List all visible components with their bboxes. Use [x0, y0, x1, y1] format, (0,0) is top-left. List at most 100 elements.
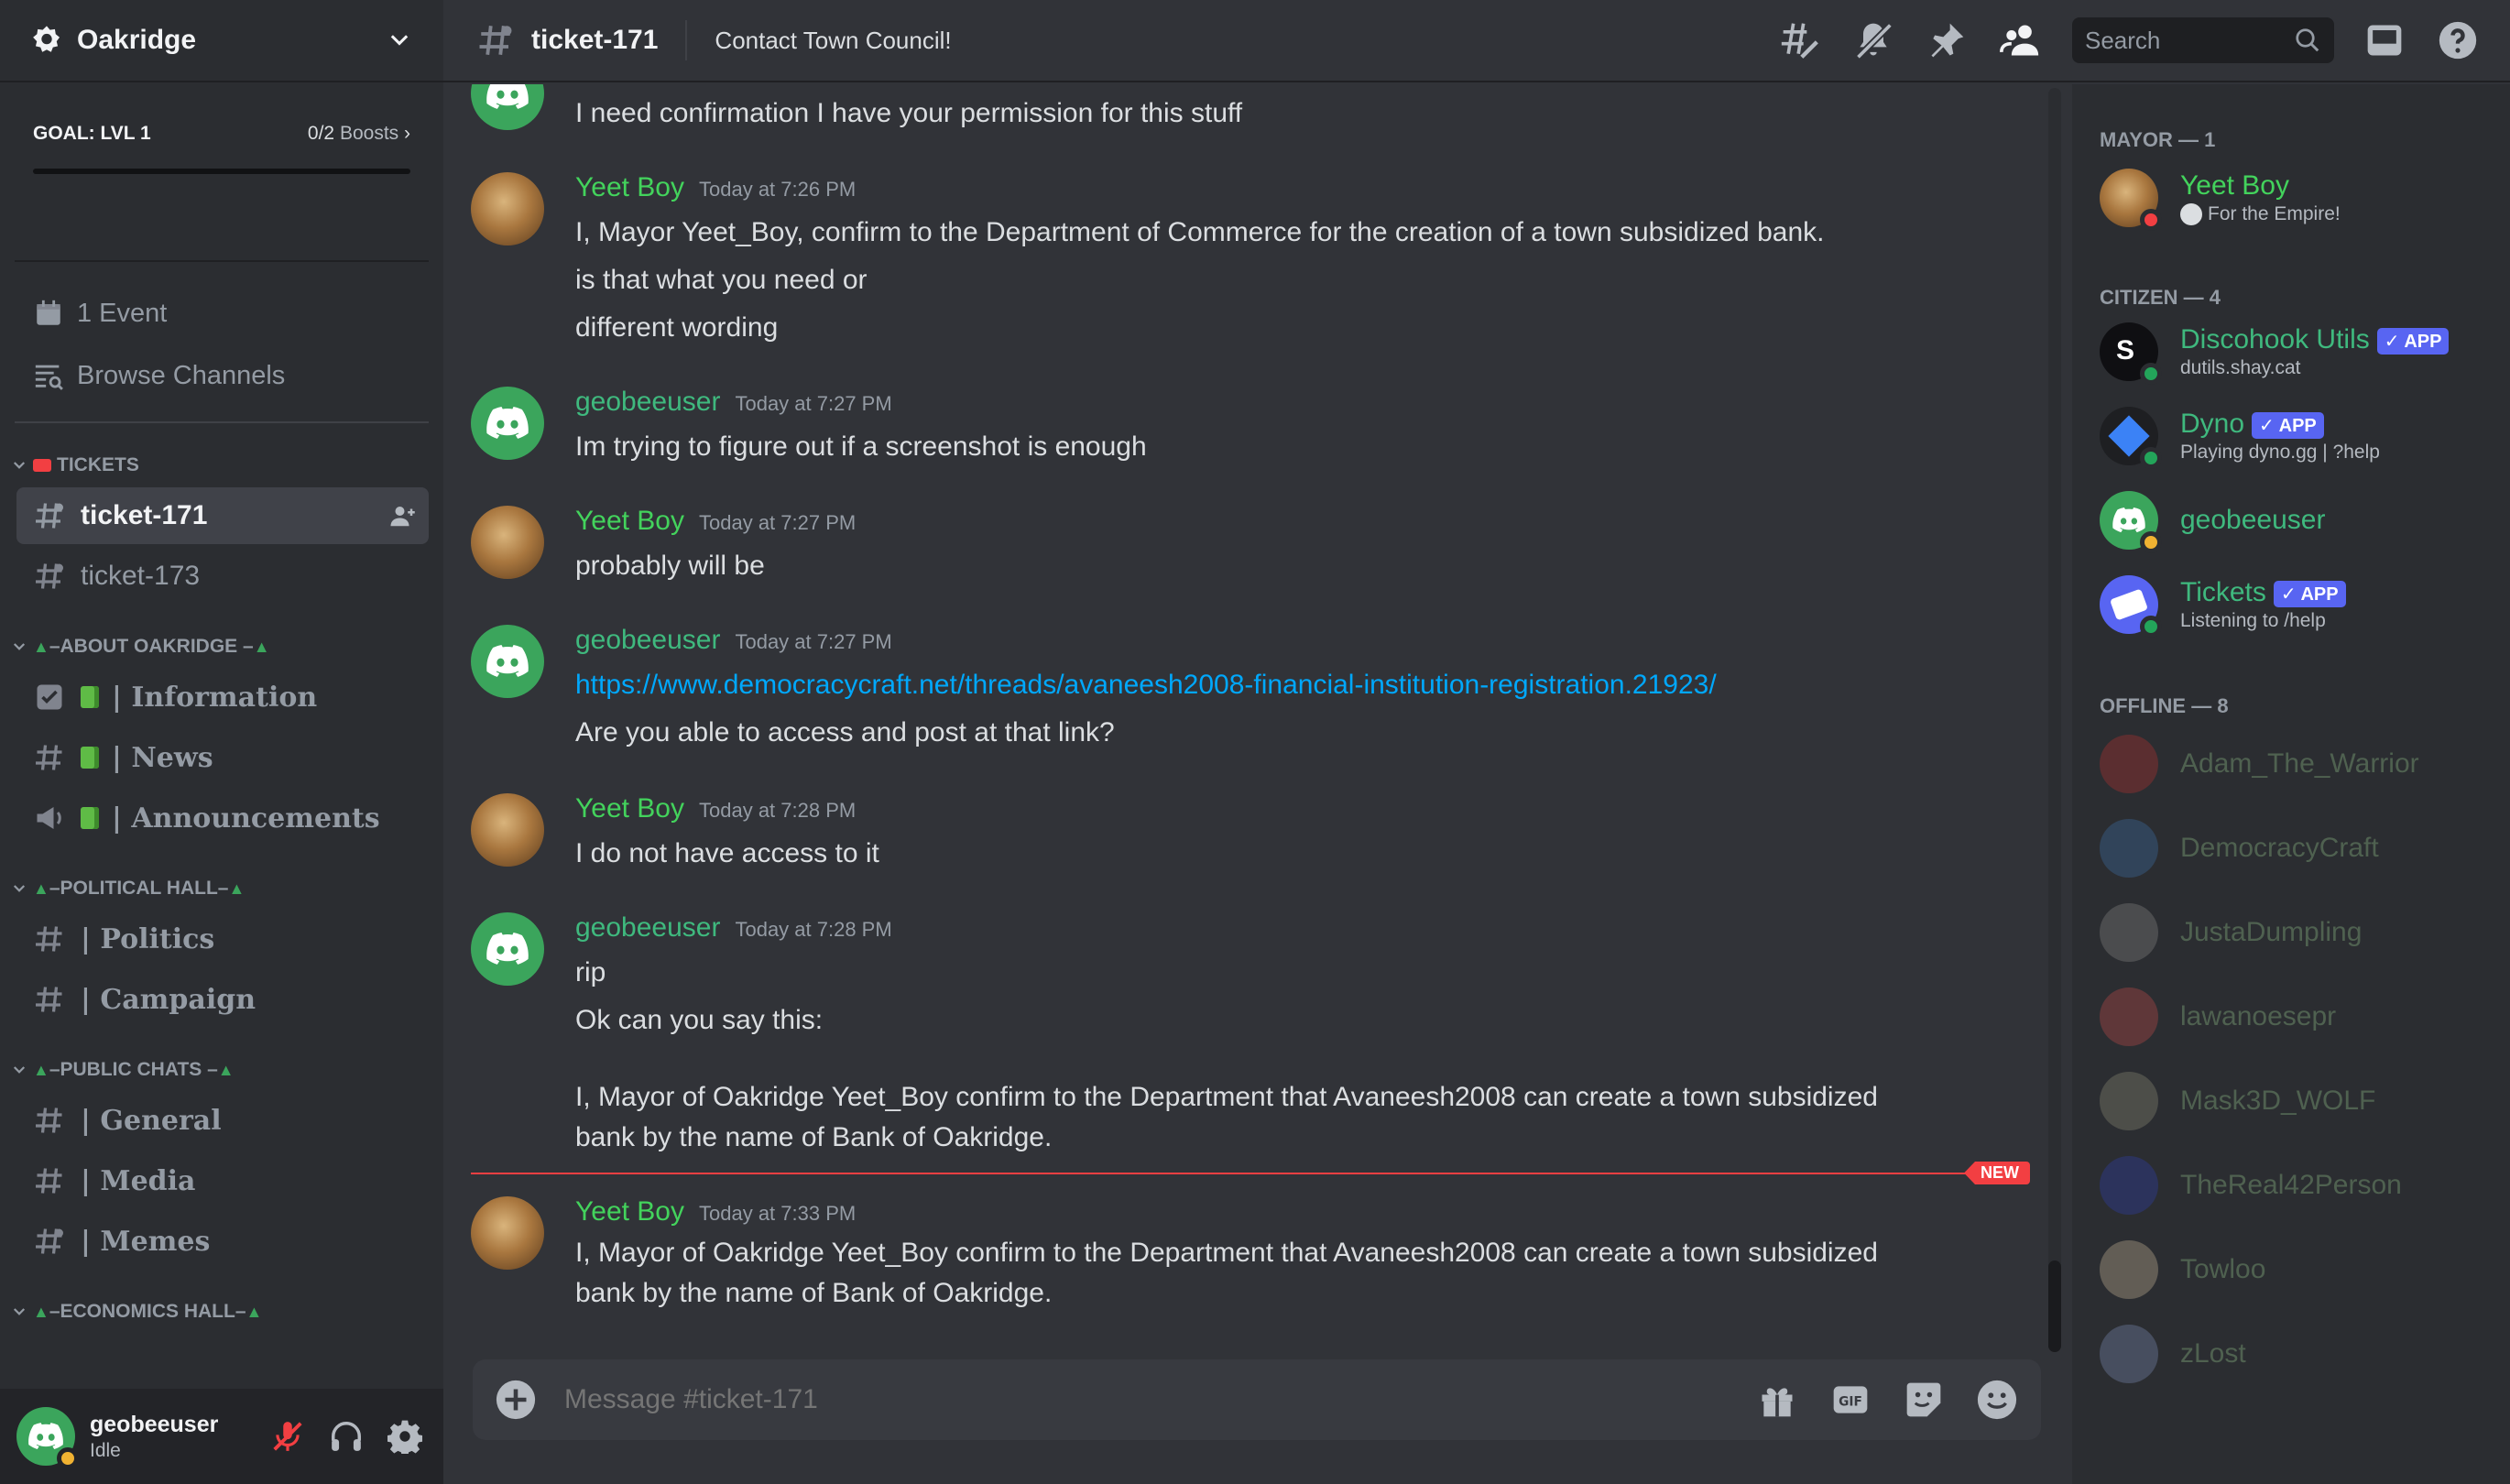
mute-button[interactable]	[267, 1416, 308, 1457]
user-settings-button[interactable]	[385, 1416, 425, 1457]
boost-goal[interactable]: GOAL: LVL 1 0/2 Boosts ›	[15, 82, 429, 262]
member-item[interactable]: Adam_The_Warrior	[2100, 731, 2503, 797]
message-text: Im trying to figure out if a screenshot …	[575, 431, 1147, 462]
gif-button[interactable]: GIF	[1828, 1378, 1872, 1422]
member-item[interactable]: JustaDumpling	[2100, 900, 2503, 966]
member-item[interactable]: Tickets ✓ APP Listening to /help	[2100, 572, 2503, 638]
avatar[interactable]	[16, 1407, 79, 1469]
message-input[interactable]	[564, 1384, 1726, 1415]
goal-boosts: 0/2 Boosts ›	[308, 123, 410, 145]
message-scrollbar[interactable]	[2048, 88, 2061, 1352]
channel-information[interactable]: | Information	[16, 669, 429, 726]
message-author[interactable]: Yeet Boy	[575, 506, 684, 537]
avatar[interactable]	[471, 793, 544, 867]
channel-memes[interactable]: | Memes	[16, 1213, 429, 1270]
hash-icon	[36, 926, 62, 952]
message[interactable]: Yeet Boy Today at 7:26 PM I, Mayor Yeet_…	[471, 172, 2028, 352]
channel-news[interactable]: | News	[16, 729, 429, 786]
message-text: probably will be	[575, 551, 765, 581]
channel-announcements[interactable]: | Announcements	[16, 790, 429, 846]
browse-channels-link[interactable]: Browse Channels	[15, 344, 429, 407]
avatar	[2100, 1240, 2158, 1299]
member-list: MAYOR — 1 Yeet Boy For the Empire! CITIZ…	[2072, 84, 2510, 1484]
avatar[interactable]	[471, 506, 544, 579]
emoji-button[interactable]	[1975, 1378, 2019, 1422]
deafen-button[interactable]	[326, 1416, 366, 1457]
message-author[interactable]: Yeet Boy	[575, 172, 684, 203]
avatar[interactable]	[471, 625, 544, 698]
channel-general[interactable]: | General	[16, 1092, 429, 1149]
category-economics-hall[interactable]: ▲ –ECONOMICS HALL– ▲	[0, 1293, 443, 1330]
member-status-text: Listening to /help	[2180, 610, 2326, 631]
scrollbar-thumb[interactable]	[2048, 1260, 2061, 1352]
chevron-down-icon	[13, 643, 26, 650]
role-header-offline: OFFLINE — 8	[2100, 694, 2229, 717]
avatar	[2100, 819, 2158, 878]
member-name: JustaDumpling	[2180, 917, 2363, 947]
member-item[interactable]: Dyno ✓ APP Playing dyno.gg | ?help	[2100, 403, 2503, 469]
help-button[interactable]	[2437, 19, 2479, 61]
message[interactable]: geobeeuser Today at 7:28 PM rip Ok can y…	[471, 912, 2028, 1158]
member-item[interactable]: S Discohook Utils ✓ APP dutils.shay.cat	[2100, 319, 2503, 385]
member-item[interactable]: geobeeuser	[2100, 487, 2503, 553]
message-text: I, Mayor of Oakridge Yeet_Boy confirm to…	[575, 1082, 1878, 1112]
add-attachment-icon[interactable]	[495, 1379, 537, 1421]
category-public-chats[interactable]: ▲ –PUBLIC CHATS – ▲	[0, 1052, 443, 1088]
category-political-hall[interactable]: ▲ –POLITICAL HALL– ▲	[0, 870, 443, 907]
avatar[interactable]	[471, 172, 544, 246]
discord-logo-icon	[486, 407, 529, 439]
message[interactable]: geobeeuser Today at 7:27 PM https://www.…	[471, 625, 2028, 757]
message-author[interactable]: geobeeuser	[575, 387, 720, 418]
threads-button[interactable]	[1779, 19, 1821, 61]
avatar[interactable]	[471, 387, 544, 460]
notification-settings-button[interactable]	[1852, 19, 1894, 61]
message-author[interactable]: Yeet Boy	[575, 1196, 684, 1228]
channel-ticket-173[interactable]: ticket-173	[16, 548, 429, 605]
channel-label: | Memes	[81, 1225, 211, 1258]
category-about-oakridge[interactable]: ▲ –ABOUT OAKRIDGE – ▲	[0, 628, 443, 665]
tree-icon: ▲	[217, 1060, 235, 1079]
member-item[interactable]: TheReal42Person	[2100, 1152, 2503, 1218]
gift-button[interactable]	[1755, 1378, 1799, 1422]
channel-ticket-171[interactable]: ticket-171	[16, 487, 429, 544]
message[interactable]: Yeet Boy Today at 7:27 PM probably will …	[471, 506, 2028, 590]
member-item[interactable]: Towloo	[2100, 1237, 2503, 1303]
pinned-messages-button[interactable]	[1926, 19, 1968, 61]
add-member-icon[interactable]	[388, 502, 416, 529]
search-input[interactable]: Search	[2072, 17, 2334, 63]
member-item[interactable]: zLost	[2100, 1321, 2503, 1387]
message[interactable]: geobeeuser Today at 7:27 PM Im trying to…	[471, 387, 2028, 471]
member-item[interactable]: Mask3D_WOLF	[2100, 1068, 2503, 1134]
channel-politics[interactable]: | Politics	[16, 911, 429, 967]
sticker-button[interactable]	[1902, 1378, 1946, 1422]
avatar[interactable]	[471, 912, 544, 986]
message[interactable]: Yeet Boy Today at 7:33 PM I, Mayor of Oa…	[471, 1196, 2028, 1314]
book-emoji-icon	[81, 686, 99, 708]
events-link[interactable]: 1 Event	[15, 282, 429, 344]
avatar[interactable]	[471, 84, 544, 130]
avatar[interactable]	[471, 1196, 544, 1270]
discord-logo-icon	[486, 645, 529, 677]
message-text: Are you able to access and post at that …	[575, 717, 1115, 747]
inbox-button[interactable]	[2363, 19, 2406, 61]
member-list-button[interactable]	[1999, 19, 2041, 61]
category-tickets[interactable]: TICKETS	[0, 447, 443, 484]
member-item[interactable]: lawanoesepr	[2100, 984, 2503, 1050]
channel-label: ticket-171	[81, 500, 208, 530]
message[interactable]: Yeet Boy Today at 7:28 PM I do not have …	[471, 793, 2028, 878]
message-link[interactable]: https://www.democracycraft.net/threads/a…	[575, 661, 2028, 709]
message-timestamp: Today at 7:28 PM	[735, 918, 892, 941]
avatar	[2100, 903, 2158, 962]
message-author[interactable]: Yeet Boy	[575, 793, 684, 824]
member-name: DemocracyCraft	[2180, 833, 2379, 863]
member-item[interactable]: DemocracyCraft	[2100, 815, 2503, 881]
member-item[interactable]: Yeet Boy For the Empire!	[2100, 165, 2503, 231]
channel-campaign[interactable]: | Campaign	[16, 971, 429, 1028]
channel-media[interactable]: | Media	[16, 1152, 429, 1209]
channel-topic[interactable]: Contact Town Council!	[715, 27, 1779, 55]
message-author[interactable]: geobeeuser	[575, 912, 720, 944]
message[interactable]: I need confirmation I have your permissi…	[471, 84, 2028, 137]
channel-label: | Media	[81, 1164, 196, 1197]
server-header[interactable]: Oakridge	[0, 0, 443, 82]
message-author[interactable]: geobeeuser	[575, 625, 720, 656]
